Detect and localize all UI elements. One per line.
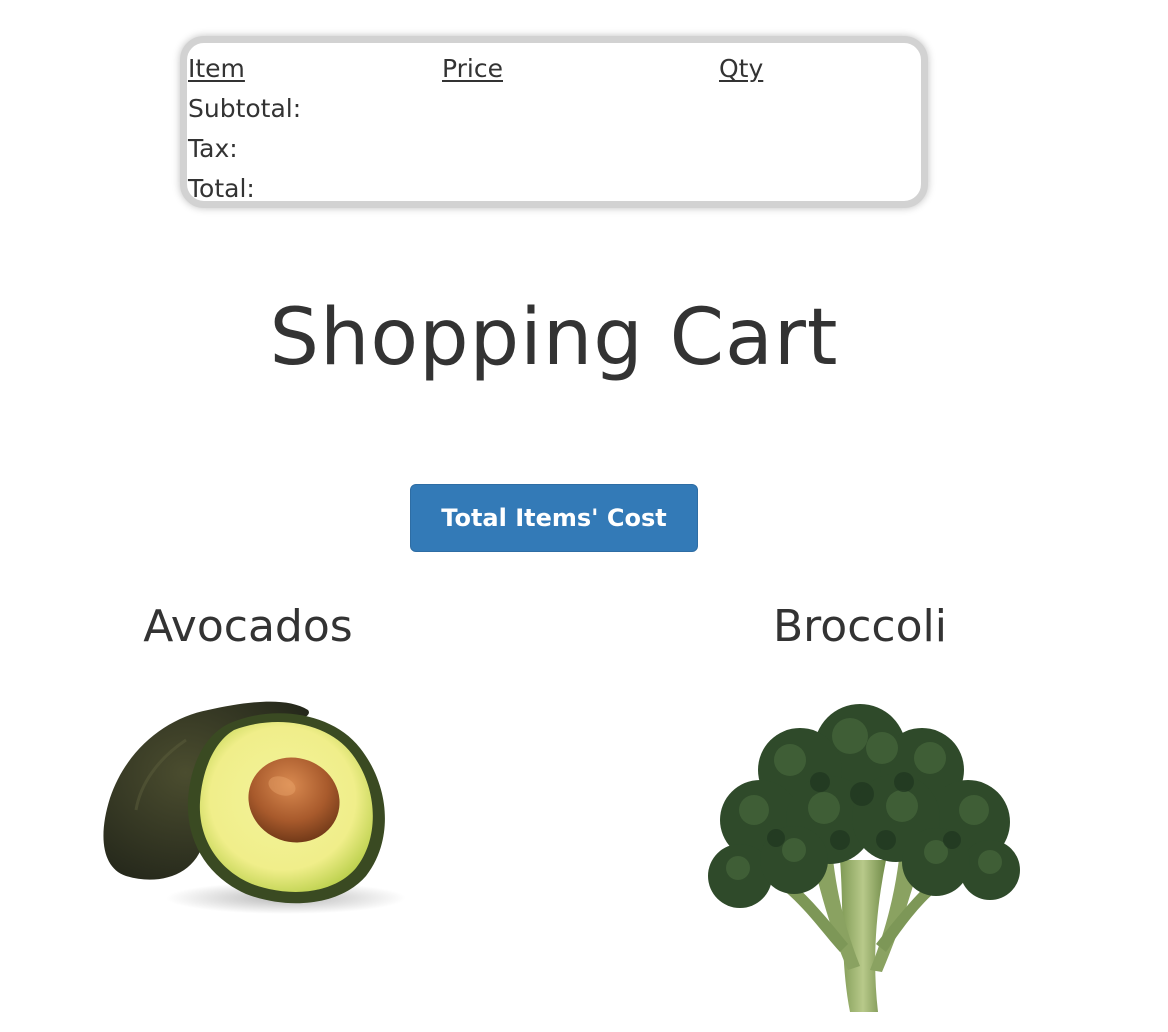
item-column-header: Item xyxy=(188,54,245,83)
page-title: Shopping Cart xyxy=(269,293,839,383)
product-name-avocados: Avocados xyxy=(143,601,353,652)
total-label: Total: xyxy=(188,174,255,203)
qty-column-header: Qty xyxy=(719,54,764,83)
cart-summary-card: Item Price Qty Subtotal: Tax: Total: xyxy=(180,36,928,208)
total-items-cost-button[interactable]: Total Items' Cost xyxy=(410,484,698,552)
shopping-cart-page: Item Price Qty Subtotal: Tax: Total: Sho… xyxy=(0,0,1168,1032)
summary-header-row: Item Price Qty xyxy=(187,53,921,85)
tax-label: Tax: xyxy=(188,134,238,163)
subtotal-label: Subtotal: xyxy=(188,94,302,123)
broccoli-image[interactable] xyxy=(690,690,1030,1020)
product-name-broccoli: Broccoli xyxy=(773,601,947,652)
avocado-image[interactable] xyxy=(96,690,416,920)
price-column-header: Price xyxy=(442,54,503,83)
